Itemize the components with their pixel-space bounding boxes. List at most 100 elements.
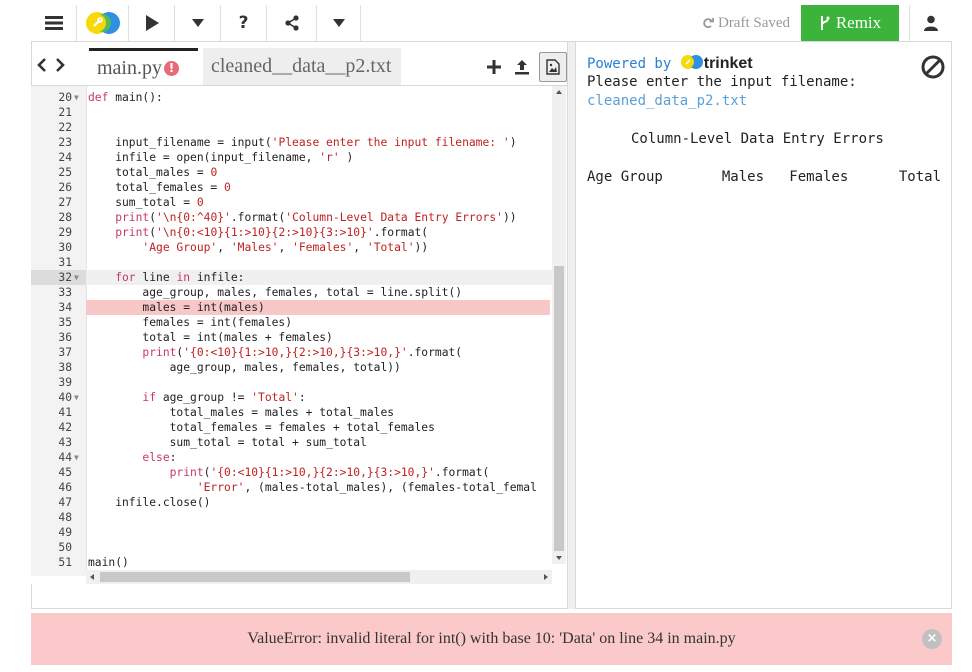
line-number: 33 (58, 286, 72, 299)
image-file-icon (546, 59, 560, 75)
horizontal-scroll-thumb[interactable] (100, 572, 410, 582)
input-prompt: Please enter the input filename: (587, 74, 857, 90)
line-number: 49 (58, 526, 72, 539)
add-file-button[interactable] (483, 55, 505, 79)
fold-arrow-icon[interactable]: ▼ (74, 390, 79, 405)
code-line[interactable]: 51 main() (31, 555, 553, 570)
code-line[interactable]: 26 total_females = 0 (31, 180, 553, 195)
line-number: 20 (58, 91, 72, 104)
code-line[interactable]: 29 print('\n{0:<10}{1:>10}{2:>10}{3:>10}… (31, 225, 553, 240)
code-token: : (169, 451, 177, 464)
code-line[interactable]: 32 ▼ for line in infile: (31, 270, 553, 285)
tab-main-py[interactable]: main.py ! (89, 48, 198, 85)
code-token: total_females = (88, 181, 225, 194)
code-line[interactable]: 37 print('{0:<10}{1:>10,}{2:>10,}{3:>10,… (31, 345, 553, 360)
pane-splitter[interactable] (567, 42, 576, 609)
scroll-right-icon[interactable] (540, 570, 552, 584)
output-console[interactable]: Powered by trinket Please enter the inpu… (577, 42, 951, 582)
tab-scroll-arrows[interactable] (37, 54, 65, 78)
code-token: .format( (373, 226, 429, 239)
menu-button[interactable] (31, 5, 77, 41)
code-line[interactable]: 23 input_filename = input('Please enter … (31, 135, 553, 150)
code-line[interactable]: 40 ▼ if age_group != 'Total': (31, 390, 553, 405)
code-token: , (278, 241, 293, 254)
powered-by-trinket[interactable]: Powered by trinket (587, 54, 753, 73)
trinket-logo-icon (85, 12, 120, 34)
vertical-scrollbar[interactable] (552, 86, 566, 564)
code-line[interactable]: 33 age_group, males, females, total = li… (31, 285, 553, 300)
fold-arrow-icon[interactable]: ▼ (74, 270, 79, 285)
code-line[interactable]: 31 (31, 255, 553, 270)
file-tabs-bar: main.py ! cleaned__data__p2.txt (31, 42, 567, 86)
code-line[interactable]: 22 (31, 120, 553, 135)
line-number: 32 (58, 271, 72, 284)
upload-icon (515, 60, 529, 75)
code-line[interactable]: 25 total_males = 0 (31, 165, 553, 180)
line-number: 43 (58, 436, 72, 449)
code-line[interactable]: 20 ▼ def main(): (31, 90, 553, 105)
stop-icon[interactable] (921, 55, 945, 79)
code-line[interactable]: 24 infile = open(input_filename, 'r' ) (31, 150, 553, 165)
code-line[interactable]: 48 (31, 510, 553, 525)
code-line[interactable]: 21 (31, 105, 553, 120)
chevron-right-icon[interactable] (55, 57, 65, 73)
add-image-button[interactable] (539, 52, 567, 82)
horizontal-scrollbar[interactable] (86, 570, 552, 584)
chevron-left-icon[interactable] (37, 57, 47, 73)
tab-cleaned-data-file[interactable]: cleaned__data__p2.txt (203, 48, 401, 85)
code-token: 'Column-Level Data Entry Errors' (285, 211, 503, 224)
code-token: ) (339, 151, 354, 164)
code-line[interactable]: 41 total_males = males + total_males (31, 405, 553, 420)
share-button[interactable] (267, 5, 317, 41)
code-line[interactable]: 30 'Age Group', 'Males', 'Females', 'Tot… (31, 240, 553, 255)
share-options-dropdown[interactable] (317, 5, 361, 41)
scroll-up-icon[interactable] (552, 86, 566, 98)
code-editor[interactable]: 20 ▼ def main(): 21 22 23 input_filename = in… (31, 86, 567, 584)
code-line[interactable]: 28 print('\n{0:^40}'.format('Column-Leve… (31, 210, 553, 225)
line-number: 27 (58, 196, 72, 209)
code-line[interactable]: 47 infile.close() (31, 495, 553, 510)
code-line[interactable]: 46 'Error', (males-total_males), (female… (31, 480, 553, 495)
fold-arrow-icon[interactable]: ▼ (74, 450, 79, 465)
remix-button[interactable]: Remix (801, 5, 899, 41)
code-text: total_males = 0 (88, 165, 217, 180)
input-value: cleaned_data_p2.txt (587, 93, 748, 109)
help-button[interactable]: ? (221, 5, 267, 41)
line-number: 22 (58, 121, 72, 134)
code-token: 'Please enter the input filename: ' (271, 136, 510, 149)
code-text: print('\n{0:<10}{1:>10}{2:>10}{3:>10}'.f… (88, 225, 428, 240)
code-line[interactable]: 38 age_group, males, females, total)) (31, 360, 553, 375)
code-line[interactable]: 34 males = int(males) (31, 300, 553, 315)
code-token: total_females = females + total_females (88, 421, 435, 434)
fold-arrow-icon[interactable]: ▼ (74, 90, 79, 105)
code-line[interactable]: 27 sum_total = 0 (31, 195, 553, 210)
code-text: print('{0:<10}{1:>10,}{2:>10,}{3:>10,}'.… (88, 465, 490, 480)
run-button[interactable] (129, 5, 175, 41)
code-line[interactable]: 42 total_females = females + total_femal… (31, 420, 553, 435)
code-line[interactable]: 36 total = int(males + females) (31, 330, 553, 345)
code-line[interactable]: 50 (31, 540, 553, 555)
code-line[interactable]: 35 females = int(females) (31, 315, 553, 330)
scroll-down-icon[interactable] (552, 552, 566, 564)
code-line[interactable]: 44 ▼ else: (31, 450, 553, 465)
trinket-logo-button[interactable] (77, 5, 129, 41)
user-menu-button[interactable] (909, 5, 952, 41)
vertical-scroll-thumb[interactable] (554, 266, 564, 551)
code-token: infile: (196, 271, 245, 284)
code-token: 'Total' (366, 241, 415, 254)
code-text: infile.close() (88, 495, 210, 510)
line-number: 37 (58, 346, 72, 359)
line-number: 50 (58, 541, 72, 554)
output-title: Column-Level Data Entry Errors (631, 131, 884, 147)
code-token: 'Age Group' (142, 241, 218, 254)
code-line[interactable]: 43 sum_total = total + sum_total (31, 435, 553, 450)
code-line[interactable]: 45 print('{0:<10}{1:>10,}{2:>10,}{3:>10,… (31, 465, 553, 480)
upload-file-button[interactable] (511, 55, 533, 79)
line-number: 35 (58, 316, 72, 329)
scroll-left-icon[interactable] (86, 570, 98, 584)
run-options-dropdown[interactable] (175, 5, 221, 41)
close-error-icon[interactable]: × (922, 629, 942, 649)
code-line[interactable]: 49 (31, 525, 553, 540)
code-line[interactable]: 39 (31, 375, 553, 390)
